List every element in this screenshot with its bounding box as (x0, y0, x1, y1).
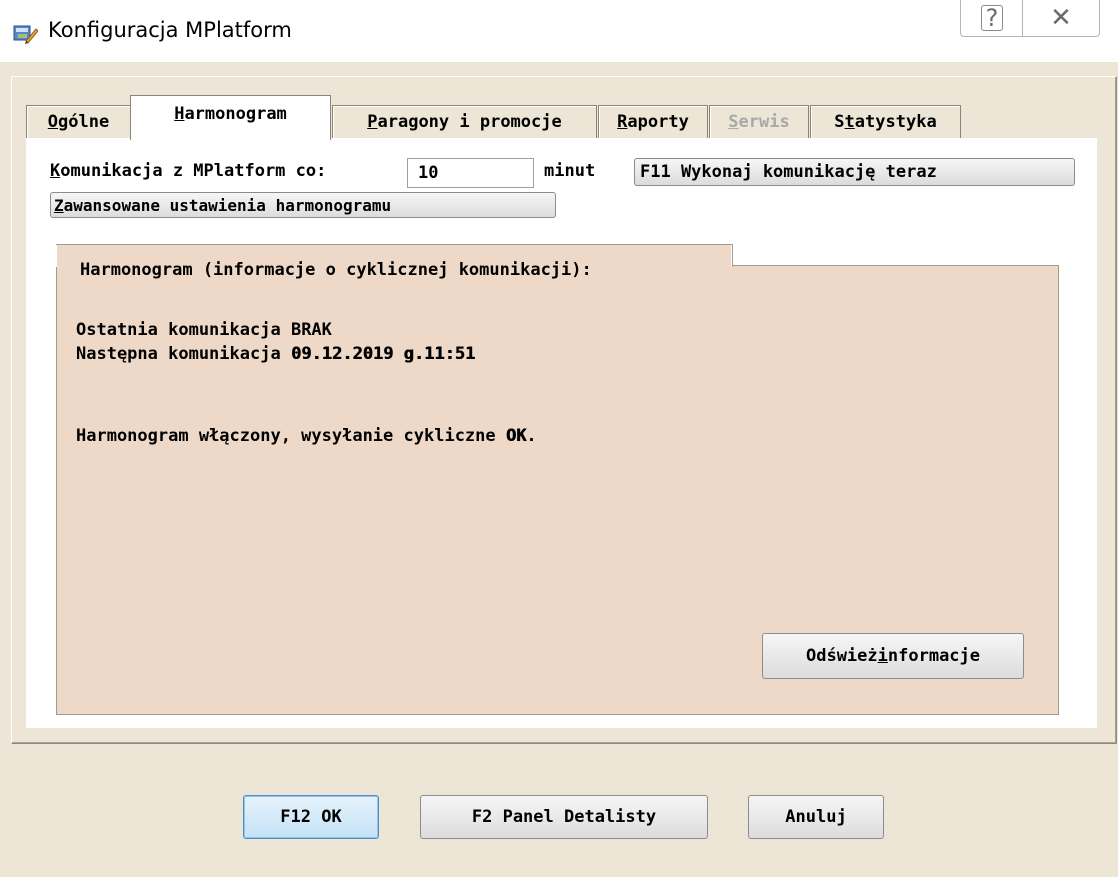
interval-unit: minut (544, 161, 596, 181)
close-icon: ✕ (1050, 3, 1072, 33)
interval-input[interactable]: 10 (407, 158, 534, 188)
tab-harmonogram[interactable]: Harmonogram (130, 95, 331, 140)
advanced-settings-button[interactable]: Zawansowane ustawienia harmonogramu (50, 192, 556, 218)
title-bar: Konfiguracja MPlatform ? ✕ (0, 0, 1118, 62)
close-button[interactable]: ✕ (1022, 0, 1100, 37)
tab-serwis: Serwis (709, 105, 809, 138)
refresh-info-button[interactable]: Odśwież i nformacje (762, 633, 1024, 679)
retailer-panel-button[interactable]: F2 Panel Detalisty (420, 795, 708, 839)
config-window: Konfiguracja MPlatform ? ✕ Ogólne Harmon… (0, 0, 1118, 877)
schedule-status-value: OK (505, 426, 527, 446)
group-title: Harmonogram (informacje o cyklicznej kom… (80, 260, 592, 280)
schedule-status-line: Harmonogram włączony, wysyłanie cykliczn… (76, 426, 537, 446)
tab-ogolne-label: Ogólne (47, 112, 110, 132)
last-communication-value: BRAK (290, 320, 332, 340)
tab-raporty-label: Raporty (617, 112, 689, 132)
help-button[interactable]: ? (960, 0, 1023, 37)
tab-statystyka[interactable]: Statystyka (810, 105, 961, 138)
tab-paragony-label: Paragony i promocje (367, 112, 562, 132)
tab-raporty[interactable]: Raporty (598, 105, 708, 138)
app-icon (13, 25, 38, 44)
next-communication-value: 09.12.2019 g.11:51 (290, 344, 476, 364)
execute-now-button[interactable]: F11 Wykonaj komunikację teraz (634, 158, 1075, 186)
last-communication-line: Ostatnia komunikacja BRAK (76, 320, 332, 340)
tab-statystyka-label: Statystyka (834, 112, 937, 132)
tab-harmonogram-label: Harmonogram (174, 104, 287, 124)
cancel-button[interactable]: Anuluj (748, 795, 884, 839)
interval-label: Komunikacja z MPlatform co: (50, 161, 327, 181)
ok-button[interactable]: F12 OK (243, 795, 379, 839)
help-icon: ? (981, 4, 1003, 32)
tab-paragony[interactable]: Paragony i promocje (332, 105, 597, 138)
tab-serwis-label: Serwis (728, 112, 790, 132)
tab-ogolne[interactable]: Ogólne (26, 105, 131, 138)
next-communication-line: Następna komunikacja 09.12.2019 g.11:51 (76, 344, 476, 364)
window-title: Konfiguracja MPlatform (48, 18, 292, 42)
